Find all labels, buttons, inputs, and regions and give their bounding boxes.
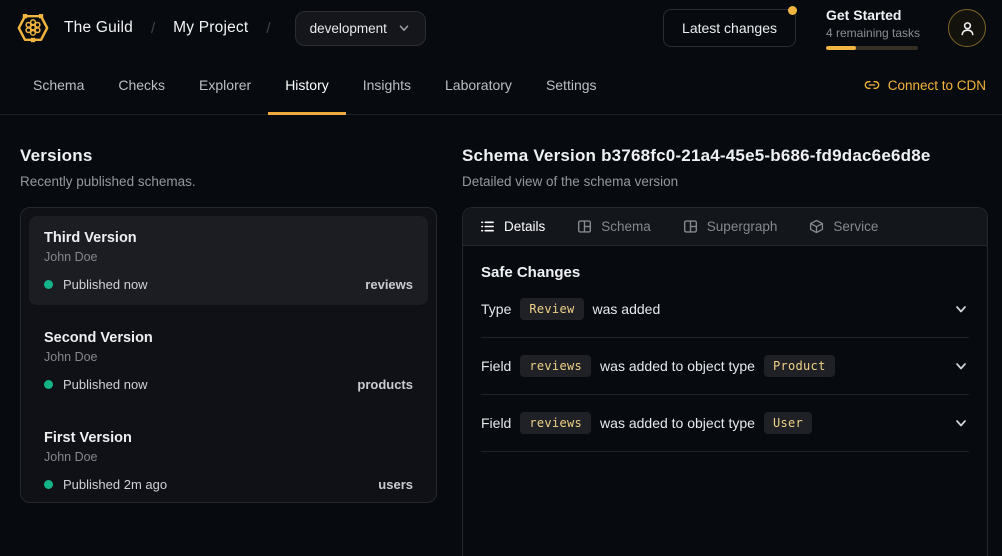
target-nav: Schema Checks Explorer History Insights …: [0, 56, 1002, 115]
detail-tab-schema[interactable]: Schema: [577, 219, 651, 234]
breadcrumb: The Guild / My Project / development: [16, 11, 426, 46]
user-icon: [959, 20, 976, 37]
schema-version-panel: Details Schema Supergraph: [462, 207, 988, 556]
project-name[interactable]: My Project: [173, 19, 248, 37]
get-started-widget[interactable]: Get Started 4 remaining tasks: [826, 7, 918, 50]
hive-logo-icon: [16, 11, 50, 45]
tab-checks[interactable]: Checks: [101, 56, 182, 114]
published-status-dot: [44, 280, 53, 289]
detail-tab-label: Service: [833, 219, 878, 234]
version-author: John Doe: [44, 450, 413, 464]
get-started-subtitle: 4 remaining tasks: [826, 26, 918, 40]
safe-changes-title: Safe Changes: [481, 264, 969, 281]
chevron-down-icon: [397, 21, 411, 35]
tab-history[interactable]: History: [268, 56, 346, 114]
chevron-down-icon[interactable]: [953, 358, 969, 374]
app: The Guild / My Project / development Lat…: [0, 0, 1002, 556]
change-row-type-review[interactable]: Type Review was added: [481, 281, 969, 338]
tab-laboratory[interactable]: Laboratory: [428, 56, 529, 114]
breadcrumb-separator: /: [262, 20, 274, 37]
header-right-group: Latest changes Get Started 4 remaining t…: [663, 7, 986, 50]
published-label: Published now: [63, 277, 148, 292]
versions-column: Versions Recently published schemas. Thi…: [20, 145, 437, 556]
schema-version-title: Schema Version b3768fc0-21a4-45e5-b686-f…: [462, 145, 988, 167]
published-status-dot: [44, 480, 53, 489]
change-badge-type: Product: [764, 355, 835, 377]
chevron-down-icon[interactable]: [953, 301, 969, 317]
service-tag: reviews: [365, 277, 413, 292]
version-author: John Doe: [44, 250, 413, 264]
service-tag: products: [357, 377, 413, 392]
version-name: Second Version: [44, 329, 413, 347]
detail-tab-label: Details: [504, 219, 545, 234]
user-avatar[interactable]: [948, 9, 986, 47]
tab-insights[interactable]: Insights: [346, 56, 428, 114]
detail-tab-label: Supergraph: [707, 219, 778, 234]
nav-tabs: Schema Checks Explorer History Insights …: [16, 56, 614, 114]
detail-tab-supergraph[interactable]: Supergraph: [683, 219, 778, 234]
version-name: First Version: [44, 429, 413, 447]
tab-settings[interactable]: Settings: [529, 56, 614, 114]
version-author: John Doe: [44, 350, 413, 364]
change-suffix: was added: [593, 301, 661, 317]
link-icon: [864, 77, 880, 93]
change-suffix: was added to object type: [600, 415, 755, 431]
change-suffix: was added to object type: [600, 358, 755, 374]
version-name: Third Version: [44, 229, 413, 247]
change-prefix: Field: [481, 415, 511, 431]
detail-tab-service[interactable]: Service: [809, 219, 878, 234]
chevron-down-icon[interactable]: [953, 415, 969, 431]
detail-tab-label: Schema: [601, 219, 651, 234]
notification-dot: [788, 6, 797, 15]
latest-changes-button[interactable]: Latest changes: [663, 9, 796, 47]
columns-icon: [577, 219, 592, 234]
version-meta-row: Published now reviews: [44, 277, 413, 292]
published-status-dot: [44, 380, 53, 389]
version-item-third[interactable]: Third Version John Doe Published now rev…: [29, 216, 428, 305]
connect-to-cdn-label: Connect to CDN: [888, 78, 986, 93]
version-meta-row: Published now products: [44, 377, 413, 392]
versions-title: Versions: [20, 145, 437, 167]
change-badge-type: User: [764, 412, 812, 434]
change-badge: reviews: [520, 355, 591, 377]
detail-tab-bar: Details Schema Supergraph: [463, 208, 987, 246]
service-tag: users: [378, 477, 413, 492]
target-selector-value: development: [310, 21, 387, 36]
connect-to-cdn-link[interactable]: Connect to CDN: [864, 56, 986, 114]
change-row-field-product[interactable]: Field reviews was added to object type P…: [481, 338, 969, 395]
top-header: The Guild / My Project / development Lat…: [0, 0, 1002, 56]
change-badge: reviews: [520, 412, 591, 434]
versions-list: Third Version John Doe Published now rev…: [20, 207, 437, 503]
latest-changes-label: Latest changes: [682, 20, 777, 36]
get-started-progressbar: [826, 46, 918, 50]
cube-icon: [809, 219, 824, 234]
org-name[interactable]: The Guild: [64, 19, 133, 37]
detail-body: Safe Changes Type Review was added Field…: [463, 246, 987, 556]
detail-tab-details[interactable]: Details: [480, 219, 545, 234]
versions-subtitle: Recently published schemas.: [20, 173, 437, 191]
version-meta-row: Published 2m ago users: [44, 477, 413, 492]
published-label: Published 2m ago: [63, 477, 167, 492]
change-prefix: Type: [481, 301, 511, 317]
get-started-title: Get Started: [826, 7, 918, 24]
get-started-progress-fill: [826, 46, 856, 50]
change-prefix: Field: [481, 358, 511, 374]
tab-schema[interactable]: Schema: [16, 56, 101, 114]
breadcrumb-separator: /: [147, 20, 159, 37]
columns-icon: [683, 219, 698, 234]
change-badge: Review: [520, 298, 583, 320]
change-row-field-user[interactable]: Field reviews was added to object type U…: [481, 395, 969, 452]
schema-version-subtitle: Detailed view of the schema version: [462, 173, 988, 191]
main-content: Versions Recently published schemas. Thi…: [0, 115, 1002, 556]
tab-explorer[interactable]: Explorer: [182, 56, 268, 114]
published-label: Published now: [63, 377, 148, 392]
list-icon: [480, 219, 495, 234]
version-item-first[interactable]: First Version John Doe Published 2m ago …: [29, 416, 428, 505]
version-item-second[interactable]: Second Version John Doe Published now pr…: [29, 316, 428, 405]
target-selector-dropdown[interactable]: development: [295, 11, 426, 46]
schema-version-column: Schema Version b3768fc0-21a4-45e5-b686-f…: [462, 145, 988, 556]
